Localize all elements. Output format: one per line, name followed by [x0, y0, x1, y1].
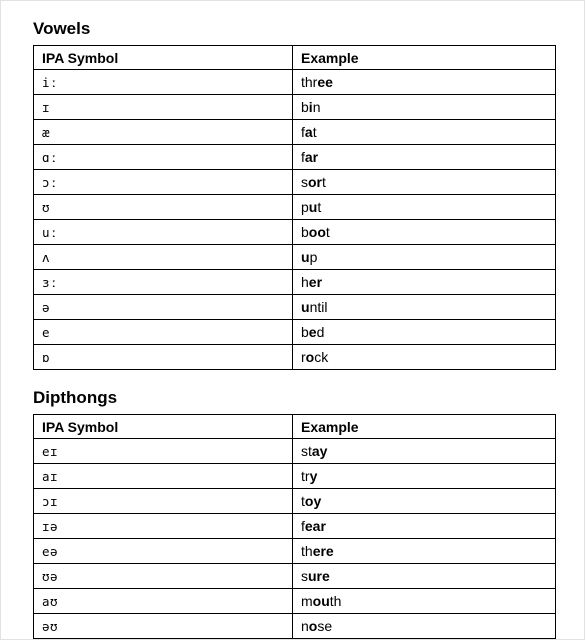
cell-example-word: bin: [292, 94, 556, 120]
table-row: ɪə fear: [33, 513, 556, 539]
column-header-example: Example: [292, 414, 556, 439]
dipthongs-table: IPA Symbol Example eɪ stay aɪ try ɔɪ toy ɪə fea…: [33, 414, 556, 639]
cell-example-word: fear: [292, 513, 556, 539]
cell-example-word: rock: [292, 344, 556, 370]
section-title-dipthongs: Dipthongs: [33, 388, 118, 407]
example-highlight: a: [304, 124, 313, 140]
document-page: Vowels IPA Symbol Example iː three ɪ bin æ fa…: [0, 0, 585, 640]
example-highlight: oo: [308, 224, 326, 240]
example-highlight: ear: [304, 518, 326, 534]
cell-ipa-symbol: e: [33, 319, 293, 345]
section-vowels: Vowels IPA Symbol Example iː three ɪ bin æ fa…: [33, 19, 556, 370]
section-title-vowels: Vowels: [33, 19, 91, 38]
cell-ipa-symbol: ʌ: [33, 244, 293, 270]
table-row: ʊə sure: [33, 563, 556, 589]
example-highlight: u: [308, 199, 318, 215]
cell-example-word: mouth: [292, 588, 556, 614]
cell-example-word: boot: [292, 219, 556, 245]
table-row: uː boot: [33, 219, 556, 245]
table-row: ʊ put: [33, 194, 556, 220]
cell-ipa-symbol: ɒ: [33, 344, 293, 370]
table-row: ɪ bin: [33, 94, 556, 120]
table-row: əʊ nose: [33, 613, 556, 639]
table-row: aʊ mouth: [33, 588, 556, 614]
cell-ipa-symbol: eə: [33, 538, 293, 564]
cell-example-word: try: [292, 463, 556, 489]
cell-ipa-symbol: ʊə: [33, 563, 293, 589]
table-row: aɪ try: [33, 463, 556, 489]
column-header-ipa-symbol: IPA Symbol: [33, 45, 293, 70]
table-row: eɪ stay: [33, 438, 556, 464]
example-highlight: i: [308, 99, 313, 115]
vowels-table: IPA Symbol Example iː three ɪ bin æ fat ɑː far ɔ…: [33, 45, 556, 370]
example-highlight: ar: [304, 149, 319, 165]
vowels-table-header: IPA Symbol Example: [33, 45, 556, 70]
cell-ipa-symbol: ɜː: [33, 269, 293, 295]
cell-example-word: there: [292, 538, 556, 564]
table-row: eə there: [33, 538, 556, 564]
table-row: ɜː her: [33, 269, 556, 295]
cell-ipa-symbol: eɪ: [33, 438, 293, 464]
table-header-row: IPA Symbol Example: [33, 45, 556, 70]
cell-example-word: fat: [292, 119, 556, 145]
table-row: æ fat: [33, 119, 556, 145]
table-header-row: IPA Symbol Example: [33, 414, 556, 439]
cell-ipa-symbol: ɑː: [33, 144, 293, 170]
cell-ipa-symbol: ɪ: [33, 94, 293, 120]
cell-ipa-symbol: uː: [33, 219, 293, 245]
cell-ipa-symbol: iː: [33, 69, 293, 95]
cell-example-word: stay: [292, 438, 556, 464]
table-row: ɒ rock: [33, 344, 556, 370]
example-highlight: ay: [311, 443, 328, 459]
section-dipthongs: Dipthongs IPA Symbol Example eɪ stay aɪ try…: [33, 388, 556, 639]
example-highlight: u: [301, 299, 310, 315]
column-header-ipa-symbol: IPA Symbol: [33, 414, 293, 439]
example-highlight: oy: [304, 493, 322, 509]
example-highlight: e: [308, 324, 317, 340]
cell-example-word: her: [292, 269, 556, 295]
table-row: ə until: [33, 294, 556, 320]
cell-ipa-symbol: ɪə: [33, 513, 293, 539]
example-highlight: ere: [312, 543, 334, 559]
example-highlight: er: [308, 274, 323, 290]
vowels-table-body: iː three ɪ bin æ fat ɑː far ɔː sort ʊ put uː boot ʌ up ɜ…: [33, 69, 556, 370]
cell-example-word: put: [292, 194, 556, 220]
example-highlight: ou: [312, 593, 330, 609]
cell-example-word: nose: [292, 613, 556, 639]
table-row: ɑː far: [33, 144, 556, 170]
cell-example-word: up: [292, 244, 556, 270]
cell-ipa-symbol: ɔː: [33, 169, 293, 195]
cell-ipa-symbol: ɔɪ: [33, 488, 293, 514]
cell-ipa-symbol: ʊ: [33, 194, 293, 220]
cell-example-word: toy: [292, 488, 556, 514]
table-row: e bed: [33, 319, 556, 345]
cell-example-word: sort: [292, 169, 556, 195]
cell-ipa-symbol: aʊ: [33, 588, 293, 614]
dipthongs-table-header: IPA Symbol Example: [33, 414, 556, 439]
example-highlight: y: [309, 468, 318, 484]
cell-example-word: until: [292, 294, 556, 320]
cell-ipa-symbol: æ: [33, 119, 293, 145]
column-header-example: Example: [292, 45, 556, 70]
table-row: ɔː sort: [33, 169, 556, 195]
cell-example-word: three: [292, 69, 556, 95]
table-row: ʌ up: [33, 244, 556, 270]
cell-example-word: sure: [292, 563, 556, 589]
cell-example-word: far: [292, 144, 556, 170]
example-highlight: ee: [317, 74, 333, 90]
example-highlight: or: [308, 174, 322, 190]
cell-example-word: bed: [292, 319, 556, 345]
example-highlight: o: [308, 618, 318, 634]
example-highlight: ure: [308, 568, 330, 584]
example-highlight: o: [305, 349, 315, 365]
cell-ipa-symbol: əʊ: [33, 613, 293, 639]
cell-ipa-symbol: ə: [33, 294, 293, 320]
example-highlight: u: [301, 249, 310, 265]
table-row: ɔɪ toy: [33, 488, 556, 514]
table-row: iː three: [33, 69, 556, 95]
dipthongs-table-body: eɪ stay aɪ try ɔɪ toy ɪə fear eə there ʊə sure aʊ mou…: [33, 438, 556, 639]
cell-ipa-symbol: aɪ: [33, 463, 293, 489]
